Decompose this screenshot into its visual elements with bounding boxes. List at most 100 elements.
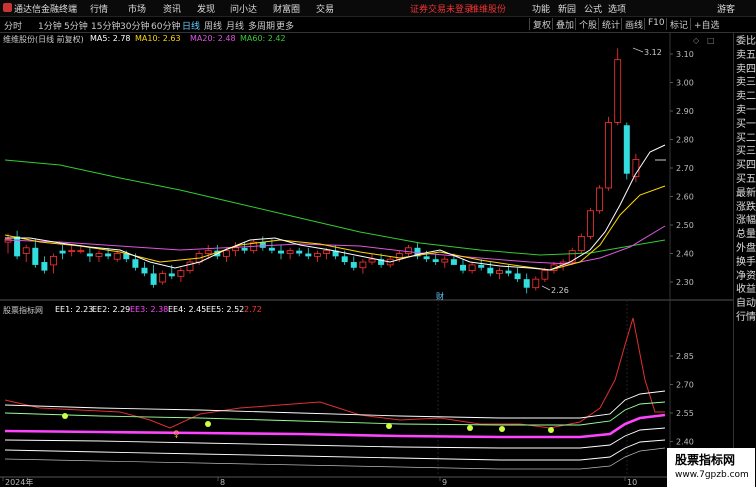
- menu-xuanxiang[interactable]: 选项: [608, 2, 626, 15]
- tf-1min[interactable]: 1分钟: [38, 19, 62, 32]
- side-tab-18[interactable]: 收益: [736, 283, 756, 296]
- tf-fenshi[interactable]: 分时: [4, 19, 22, 32]
- expand-icon[interactable]: ◇: [693, 36, 700, 45]
- high-label: 3.12: [644, 48, 662, 57]
- tf-15min[interactable]: 15分钟: [91, 19, 120, 32]
- candle-body: [404, 247, 412, 254]
- side-tab-9[interactable]: 买四: [736, 159, 756, 172]
- menu-gongneng[interactable]: 功能: [532, 2, 550, 15]
- candle-body: [50, 255, 57, 266]
- signal-dot-icon: [386, 423, 392, 429]
- signal-dot-icon: [499, 426, 505, 432]
- candle-body: [168, 273, 175, 277]
- candle-body: [450, 259, 457, 265]
- candle-body: [14, 236, 21, 257]
- menu-xinyuan[interactable]: 新园: [558, 2, 576, 15]
- side-tab-6[interactable]: 买一: [736, 118, 756, 131]
- login-warning[interactable]: 证券交易未登录: [410, 2, 473, 15]
- tf-more[interactable]: 更多: [276, 19, 294, 32]
- candle-body: [305, 253, 312, 257]
- side-tab-10[interactable]: 买五: [736, 173, 756, 186]
- candle-body: [59, 250, 66, 254]
- candle-body: [141, 267, 148, 274]
- menu-faxian[interactable]: 发现: [197, 2, 215, 15]
- side-tab-7[interactable]: 买二: [736, 132, 756, 145]
- tf-30min[interactable]: 30分钟: [120, 19, 149, 32]
- menu-wenxiaoda[interactable]: 问小达: [230, 2, 257, 15]
- finance-marker[interactable]: 财: [436, 291, 444, 301]
- btn-tongji[interactable]: 统计: [598, 18, 623, 31]
- signal-figure-icon: ♀: [173, 430, 180, 440]
- side-tab-14[interactable]: 总量: [736, 228, 756, 241]
- candle-body: [95, 253, 103, 257]
- candle-body: [487, 267, 494, 274]
- side-tab-4[interactable]: 卖二: [736, 90, 756, 103]
- ma-lines: [4, 144, 666, 271]
- indicator-lines: ♀: [4, 317, 666, 470]
- ee-red-line: [4, 317, 665, 429]
- btn-f10[interactable]: F10: [644, 18, 668, 30]
- side-tab-11[interactable]: 最新: [736, 187, 756, 200]
- candle-body: [232, 247, 239, 252]
- btn-diejia[interactable]: 叠加: [552, 18, 577, 31]
- side-tab-2[interactable]: 卖四: [736, 63, 756, 76]
- menu-hangqing[interactable]: 行情: [90, 2, 108, 15]
- high-pointer: [632, 47, 644, 53]
- side-tab-3[interactable]: 卖三: [736, 76, 756, 89]
- date-label: 9: [442, 478, 447, 487]
- btn-zixuan[interactable]: +自选: [690, 18, 723, 31]
- btn-fuquan[interactable]: 复权: [529, 18, 554, 31]
- price-tick-label: 2.30: [676, 278, 694, 287]
- ma60-label: MA60: 2.42: [240, 34, 286, 43]
- side-tab-16[interactable]: 换手: [736, 256, 756, 269]
- side-tab-0[interactable]: 委比: [736, 35, 756, 48]
- ee3-label: EE3: 2.38: [130, 305, 169, 314]
- menu-caifuquan[interactable]: 财富圈: [273, 2, 300, 15]
- side-tab-8[interactable]: 买三: [736, 145, 756, 158]
- side-tab-12[interactable]: 涨跌: [736, 201, 756, 214]
- signal-dot-icon: [548, 427, 554, 433]
- side-tab-13[interactable]: 涨幅: [736, 214, 756, 227]
- menu-jiaoyi[interactable]: 交易: [316, 2, 334, 15]
- low-pointer: [541, 285, 551, 291]
- candle-body: [150, 273, 157, 285]
- side-tab-15[interactable]: 外盘: [736, 242, 756, 255]
- price-axis: 3.10 3.00 2.90 2.80 2.70 2.60 2.50 2.40 2.30: [670, 50, 694, 287]
- date-axis: 2024年 8 9 10: [2, 477, 637, 487]
- date-label: 2024年: [5, 477, 33, 487]
- tf-multi[interactable]: 多周期: [248, 19, 275, 32]
- ma5-line: [5, 144, 666, 271]
- btn-gegu[interactable]: 个股: [575, 18, 600, 31]
- candle-body: [587, 210, 594, 237]
- candle-body: [441, 258, 449, 263]
- candle-body: [105, 253, 112, 257]
- side-tab-20[interactable]: 行情: [736, 311, 756, 324]
- tf-monthly[interactable]: 月线: [226, 19, 244, 32]
- tf-weekly[interactable]: 周线: [204, 19, 222, 32]
- candle-body: [313, 253, 321, 257]
- menu-gongshi[interactable]: 公式: [584, 2, 602, 15]
- side-tab-19[interactable]: 自动: [736, 297, 756, 310]
- menu-zixun[interactable]: 资讯: [163, 2, 181, 15]
- guest-label[interactable]: 游客: [717, 2, 735, 15]
- price-tick-label: 2.60: [676, 193, 694, 202]
- candle-body: [241, 247, 248, 251]
- btn-biaoji[interactable]: 标记: [666, 18, 691, 31]
- tf-5min[interactable]: 5分钟: [64, 19, 88, 32]
- tf-daily[interactable]: 日线: [182, 19, 200, 32]
- close-pane-icon[interactable]: □: [707, 36, 715, 45]
- candle-body: [596, 187, 603, 212]
- ee0-line: [4, 447, 666, 470]
- kline-chart[interactable]: ♀ 3.10 3.00 2.90 2.80 2.70 2.60 2.50 2.40 2.30 2…: [0, 33, 733, 487]
- candle-body: [514, 273, 521, 280]
- side-tab-1[interactable]: 卖五: [736, 49, 756, 62]
- candle-body: [77, 250, 85, 253]
- tf-60min[interactable]: 60分钟: [151, 19, 180, 32]
- candle-body: [32, 247, 39, 265]
- side-tab-5[interactable]: 卖一: [736, 104, 756, 117]
- signal-dot-icon: [205, 421, 211, 427]
- btn-huaxian[interactable]: 画线: [621, 18, 646, 31]
- candle-body: [541, 270, 549, 280]
- menu-shichang[interactable]: 市场: [128, 2, 146, 15]
- side-tab-17[interactable]: 净资: [736, 270, 756, 283]
